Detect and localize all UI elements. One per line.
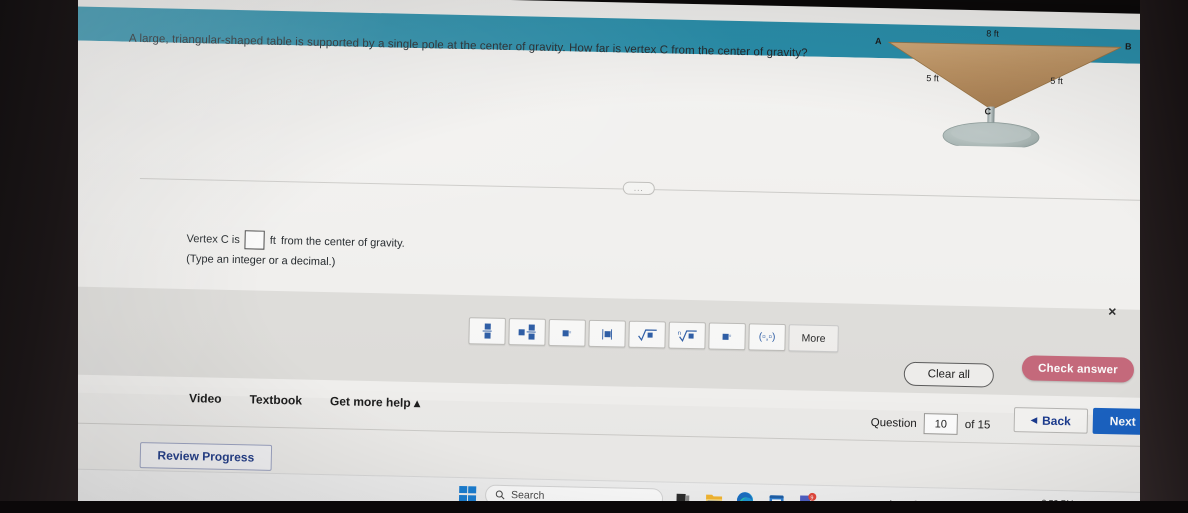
check-answer-button[interactable]: Check answer [1021,355,1135,383]
monitor-bezel-right [1140,0,1188,513]
palette-subscript-button[interactable]: ▫ [708,322,746,351]
back-label: Back [1041,413,1071,428]
question-number-input[interactable]: 10 [923,413,959,435]
review-progress-button[interactable]: Review Progress [139,442,273,471]
divider-expand-button[interactable]: ... [622,181,655,196]
palette-more-button[interactable]: More [788,324,839,353]
get-more-help-button[interactable]: Get more help ▴ [330,394,420,410]
answer-prefix-text: Vertex C is [186,232,240,246]
palette-interval-button[interactable]: (▫,▫) [748,323,786,352]
vertex-b-label: B [1124,41,1132,52]
search-icon [495,490,505,500]
left-side-length-label: 5 ft [926,73,939,84]
top-side-length-label: 8 ft [986,28,999,39]
palette-nth-root-button[interactable]: n [668,321,706,350]
svg-text:n: n [677,330,680,336]
palette-square-root-button[interactable] [628,320,666,349]
search-placeholder-label: Search [510,489,545,502]
close-icon[interactable]: × [1108,303,1117,319]
next-label: Next [1109,414,1136,429]
caret-up-icon: ▴ [413,395,421,411]
answer-area: Vertex C is ft from the center of gravit… [186,229,405,270]
palette-exponent-button[interactable]: ▫ [548,318,586,347]
back-button[interactable]: ◀ Back [1013,407,1089,434]
palette-mixed-number-button[interactable] [508,318,546,346]
textbook-link[interactable]: Textbook [249,392,302,407]
monitor-bezel-bottom [0,501,1188,513]
question-total-label: of 15 [964,418,991,432]
clear-all-button[interactable]: Clear all [903,361,995,388]
palette-fraction-button[interactable] [468,317,506,345]
monitor-photo: A large, triangular-shaped table is supp… [0,0,1188,513]
triangle-table-figure: A B C 8 ft 5 ft 5 ft [867,16,1142,150]
monitor-bezel-left [0,0,78,513]
video-link[interactable]: Video [189,391,222,406]
answer-input[interactable] [244,230,265,250]
answer-suffix-text: from the center of gravity. [280,234,405,250]
back-arrow-icon: ◀ [1030,415,1038,425]
vertex-c-label: C [984,106,992,117]
vertex-a-label: A [874,35,882,47]
answer-unit-label: ft [269,234,277,247]
right-side-length-label: 5 ft [1050,75,1063,87]
question-label: Question [870,416,917,430]
question-counter: Question 10 of 15 [871,412,991,436]
palette-absolute-value-button[interactable]: | | [588,319,626,348]
get-more-help-label: Get more help [329,394,411,410]
screen-content: A large, triangular-shaped table is supp… [40,0,1170,513]
